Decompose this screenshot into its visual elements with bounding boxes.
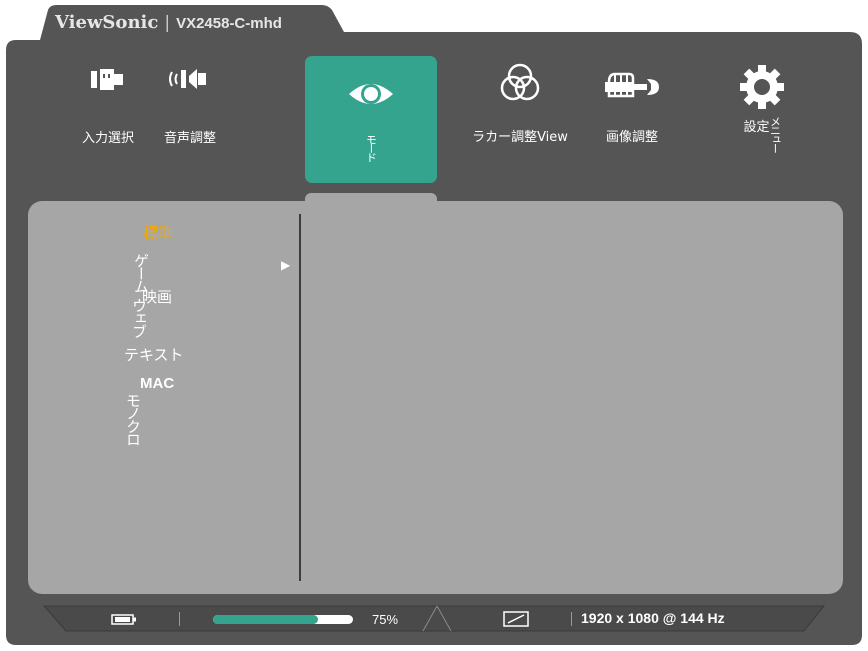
progress-label: 75%	[372, 612, 399, 627]
display-aspect-icon	[503, 611, 529, 627]
status-separator	[179, 612, 180, 626]
status-separator	[571, 612, 572, 626]
progress-bar	[213, 615, 353, 624]
battery-icon	[111, 614, 136, 625]
resolution-readout: 1920 x 1080 @ 144 Hz	[581, 610, 725, 626]
status-bar	[42, 605, 826, 632]
progress-fill	[213, 615, 318, 624]
